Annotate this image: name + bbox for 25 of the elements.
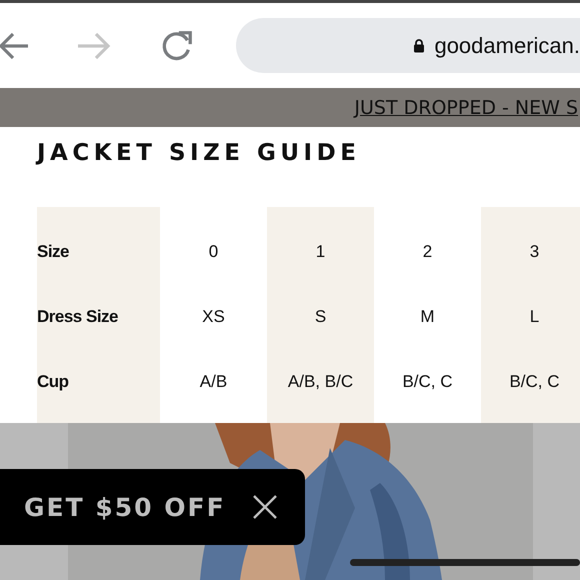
table-cell-text: A/B, B/C bbox=[286, 370, 354, 392]
table-cell-text: XS bbox=[201, 306, 226, 328]
table-cell-text: B/C, C bbox=[401, 370, 454, 392]
reload-icon[interactable] bbox=[160, 28, 194, 62]
lock-icon bbox=[413, 38, 426, 53]
announcement-link[interactable]: JUST DROPPED - NEW S bbox=[354, 96, 578, 118]
row-label: Cup bbox=[37, 370, 70, 392]
table-cell-text: 2 bbox=[422, 240, 434, 262]
size-guide-title: JACKET SIZE GUIDE bbox=[37, 139, 362, 168]
row-label: Dress Size bbox=[37, 306, 119, 328]
table-cell-text: 0 bbox=[208, 240, 220, 262]
table-cell-text: 3 bbox=[528, 240, 540, 262]
promo-text: GET $50 OFF bbox=[24, 492, 226, 522]
table-cell-text: M bbox=[419, 306, 436, 328]
address-bar[interactable]: goodamerican. bbox=[236, 18, 580, 73]
row-label: Size bbox=[37, 240, 70, 262]
promo-banner[interactable]: GET $50 OFF bbox=[0, 469, 305, 545]
table-cell-text: B/C, C bbox=[508, 370, 561, 392]
table-cell-text: A/B bbox=[198, 370, 228, 392]
url-text: goodamerican. bbox=[434, 32, 580, 58]
close-icon[interactable] bbox=[252, 494, 278, 520]
table-cell-text: S bbox=[314, 306, 328, 328]
table-cell-text: 1 bbox=[314, 240, 326, 262]
scroll-bar[interactable] bbox=[350, 559, 580, 566]
table-cell-text: L bbox=[528, 306, 540, 328]
